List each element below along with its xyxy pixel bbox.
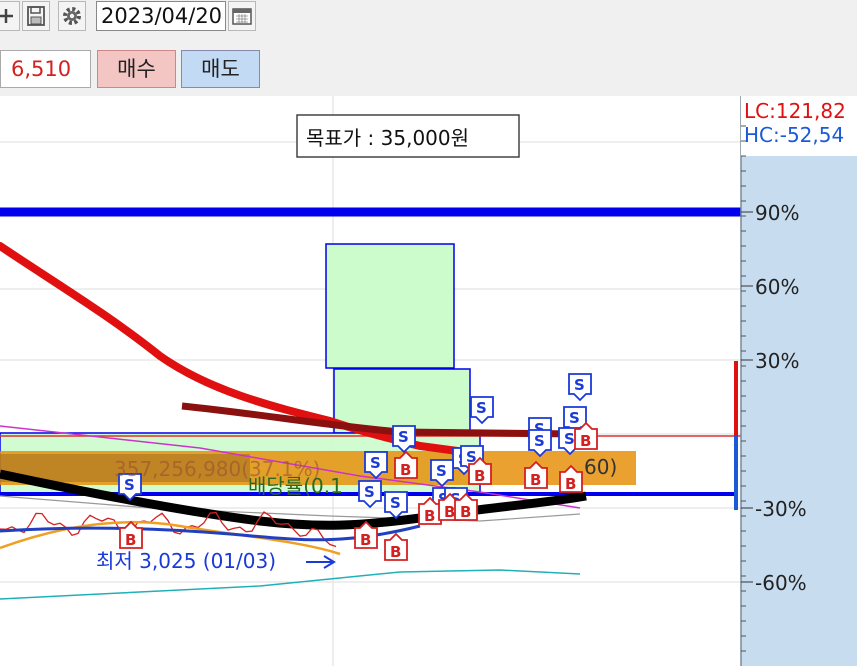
sell-marker-label: S (569, 409, 580, 427)
buy-marker-label: B (565, 475, 576, 493)
hc-label: HC:-52,54 (744, 123, 844, 147)
add-button[interactable] (0, 1, 20, 31)
y-axis: 90% 60% 30% -30% -60% LC:121,82HC:-52,54 (740, 96, 857, 666)
y-tick-label: -30% (755, 497, 807, 521)
ma-cyan (0, 569, 581, 600)
sell-marker: S (470, 396, 494, 425)
chart-canvas[interactable]: SSSSSSSSSSSSSSSSBBBBBBBBBBB 6,7104,84%목표… (0, 96, 857, 666)
buy-marker-label: B (474, 467, 485, 485)
target-price-label: 목표가 : 35,000원 (306, 126, 469, 150)
calendar-button[interactable] (228, 1, 256, 31)
save-icon (27, 6, 45, 26)
save-button[interactable] (22, 1, 50, 31)
sell-marker-label: S (390, 494, 401, 512)
sell-marker-label: S (436, 462, 447, 480)
sell-marker-label: S (564, 430, 575, 448)
y-tick-label: 60% (755, 275, 799, 299)
target-zone-box (325, 243, 455, 369)
sell-marker: S (358, 480, 382, 509)
buy-marker-label: B (360, 531, 371, 549)
order-bar: 6,510 매수 매도 (0, 47, 857, 93)
buy-marker-label: B (400, 461, 411, 479)
low-price-label: 최저 3,025 (01/03) (96, 549, 276, 573)
settings-button[interactable] (58, 1, 86, 31)
sell-marker-label: S (534, 432, 545, 450)
buy-marker-label: B (444, 503, 455, 521)
sell-marker-label: S (370, 454, 381, 472)
y-tick-label: -60% (755, 571, 807, 595)
buy-marker-label: B (390, 543, 401, 561)
sell-marker: S (568, 373, 592, 402)
low-price-arrow (306, 555, 336, 569)
buy-marker-label: B (460, 503, 471, 521)
buy-marker-label: B (530, 471, 541, 489)
date-input[interactable]: 2023/04/20 (96, 1, 226, 31)
sell-marker-label: S (364, 483, 375, 501)
calendar-icon (232, 8, 252, 25)
sell-marker-label: S (476, 399, 487, 417)
sell-marker: S (384, 491, 408, 520)
buy-marker: B (119, 520, 143, 549)
target-zone-box-lower (333, 368, 471, 434)
buy-marker-label: B (580, 432, 591, 450)
sell-marker-label: S (574, 376, 585, 394)
y-tick-label: 90% (755, 201, 799, 225)
gear-icon (63, 7, 81, 25)
dividend-label: 배당률(0.1 (248, 474, 343, 498)
price-input[interactable]: 6,510 (0, 50, 91, 88)
buy-button[interactable]: 매수 (97, 50, 176, 88)
volume-bar-label-right: 60) (584, 455, 617, 479)
add-icon (0, 9, 13, 23)
buy-marker-label: B (424, 507, 435, 525)
buy-marker-label: B (125, 531, 136, 549)
y-tick-label: 30% (755, 349, 799, 373)
stock-chart[interactable]: SSSSSSSSSSSSSSSSBBBBBBBBBBB 6,7104,84%목표… (0, 96, 857, 666)
buy-marker: B (384, 532, 408, 561)
toolbar: 2023/04/20 (0, 0, 857, 34)
lc-label: LC:121,82 (744, 99, 846, 123)
sell-marker-label: S (398, 428, 409, 446)
sell-button[interactable]: 매도 (181, 50, 260, 88)
